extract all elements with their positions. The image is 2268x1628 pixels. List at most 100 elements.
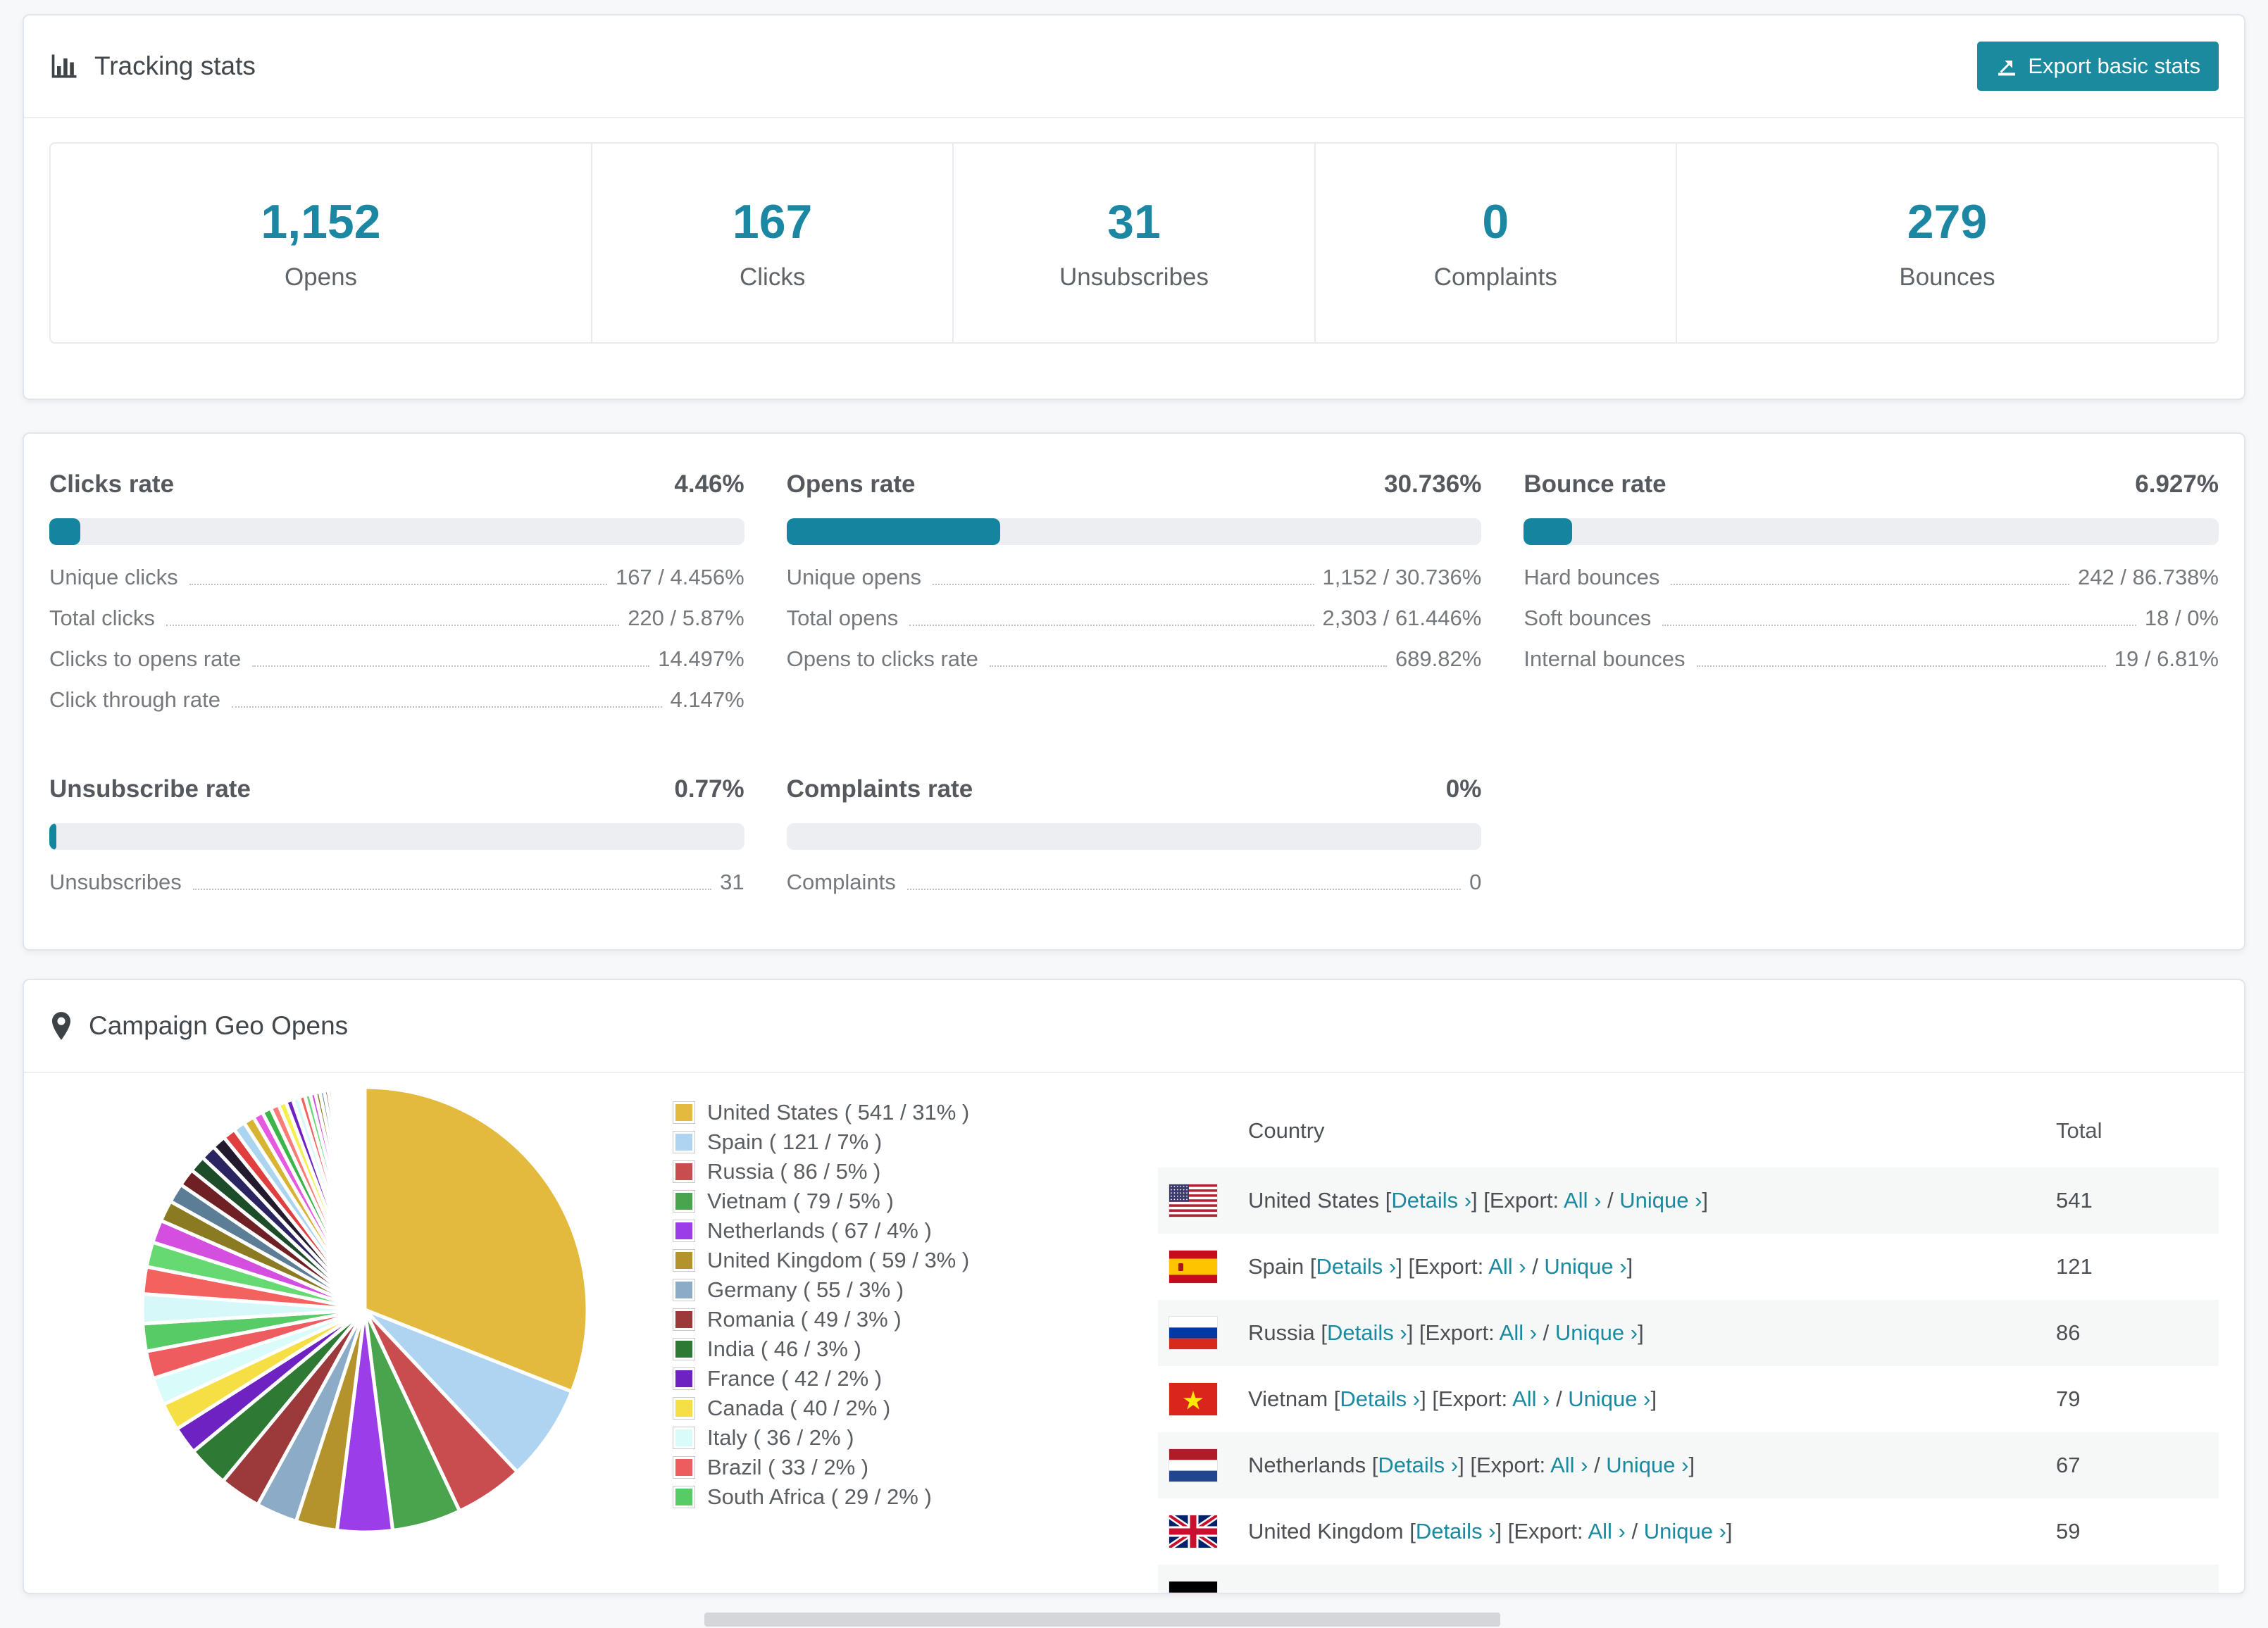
rate-title: Unsubscribe rate (49, 775, 251, 803)
rate-rows: Unique opens 1,152 / 30.736% Total opens 2,… (787, 565, 1482, 672)
rate-row-label: Unique opens (786, 565, 921, 589)
progress-fill (49, 518, 80, 545)
rate-percent: 0.77% (674, 775, 744, 803)
rate-row: Unsubscribes 31 (49, 870, 744, 895)
bracket-text: ] (1702, 1188, 1709, 1213)
total-cell: 121 (2056, 1254, 2093, 1279)
total-column-header: Total (2056, 1118, 2102, 1143)
export-prefix-text: ] [Export: (1407, 1320, 1500, 1345)
rate-row: Internal bounces 19 / 6.81% (1524, 646, 2219, 672)
rate-row-label: Total opens (786, 606, 899, 630)
rate-block-unsubscribe-rate: Unsubscribe rate 0.77% Unsubscribes 31 (49, 775, 744, 895)
dotted-leader (166, 625, 620, 626)
stat-value: 31 (1107, 195, 1161, 249)
rates-card: Clicks rate 4.46% Unique clicks 167 / 4.456… (23, 432, 2245, 951)
details-link[interactable]: Details › (1340, 1386, 1420, 1411)
rate-title: Clicks rate (49, 470, 175, 498)
table-row-es: Spain [Details ›] [Export: All › / Uniqu… (1158, 1234, 2219, 1300)
slash-text: / (1625, 1519, 1644, 1544)
legend-swatch (673, 1398, 694, 1419)
dotted-leader (252, 665, 650, 667)
details-link[interactable]: Details › (1416, 1519, 1496, 1544)
rate-row-value: 242 / 86.738% (2078, 565, 2219, 589)
export-unique-link[interactable]: Unique › (1606, 1453, 1688, 1477)
bracket-text: [ (1309, 1254, 1316, 1279)
stat-value: 167 (732, 195, 813, 249)
rate-title: Complaints rate (786, 775, 973, 803)
country-flag-ru (1169, 1317, 1217, 1349)
stat-label: Opens (284, 263, 358, 291)
country-cell: United Kingdom [Details ›] [Export: All … (1248, 1519, 2056, 1544)
legend-item: Brazil ( 33 / 2% ) (673, 1455, 1068, 1479)
table-row-nl: Netherlands [Details ›] [Export: All › /… (1158, 1432, 2219, 1498)
rate-percent: 30.736% (1384, 470, 1482, 498)
rate-title-row: Clicks rate 4.46% (49, 470, 744, 499)
legend-item: Vietnam ( 79 / 5% ) (673, 1189, 1068, 1213)
summary-stats: 1,152 Opens 167 Clicks 31 Unsubscribes 0 Compla… (49, 142, 2219, 344)
dotted-leader (1662, 625, 2136, 626)
rate-row-label: Unique clicks (49, 565, 178, 589)
rate-row-label: Complaints (786, 870, 896, 894)
legend-label: Romania ( 49 / 3% ) (707, 1307, 902, 1332)
dotted-leader (909, 625, 1314, 626)
export-all-link[interactable]: All › (1488, 1254, 1526, 1279)
stat-value: 279 (1907, 195, 1988, 249)
rate-row-label: Internal bounces (1524, 646, 1686, 671)
export-all-link[interactable]: All › (1500, 1320, 1537, 1345)
country-name: United States (1248, 1188, 1385, 1213)
export-unique-link[interactable]: Unique › (1568, 1386, 1650, 1411)
progress-fill (786, 518, 1000, 545)
export-all-link[interactable]: All › (1588, 1519, 1625, 1544)
slash-text: / (1526, 1254, 1545, 1279)
dotted-leader (906, 889, 1462, 890)
export-button-label: Export basic stats (2028, 54, 2200, 78)
rate-row-label: Click through rate (49, 687, 220, 712)
legend-label: South Africa ( 29 / 2% ) (707, 1484, 932, 1509)
summary-stat-bounces: 279 Bounces (1675, 144, 2217, 342)
details-link[interactable]: Details › (1378, 1453, 1458, 1477)
summary-stat-clicks: 167 Clicks (591, 144, 952, 342)
dotted-leader (189, 584, 607, 585)
export-all-link[interactable]: All › (1564, 1188, 1601, 1213)
rate-block-opens-rate: Opens rate 30.736% Unique opens 1,152 / 30.… (786, 470, 1482, 672)
rate-row-value: 18 / 0% (2144, 606, 2219, 630)
rate-percent: 4.46% (674, 470, 744, 498)
legend-label: Brazil ( 33 / 2% ) (707, 1455, 869, 1479)
export-unique-link[interactable]: Unique › (1644, 1519, 1726, 1544)
pie-slice-other[interactable] (362, 1085, 367, 1310)
legend-swatch (673, 1220, 694, 1241)
export-unique-link[interactable]: Unique › (1555, 1320, 1638, 1345)
table-header-row: Country Total (1158, 1094, 2219, 1167)
bracket-text: ] (1688, 1453, 1695, 1477)
country-name: United Kingdom (1248, 1519, 1410, 1544)
country-name: Netherlands (1248, 1453, 1372, 1477)
export-all-link[interactable]: All › (1550, 1453, 1588, 1477)
table-row-vn: Vietnam [Details ›] [Export: All › / Uni… (1158, 1366, 2219, 1432)
export-all-link[interactable]: All › (1512, 1386, 1550, 1411)
horizontal-scrollbar[interactable] (704, 1613, 1500, 1627)
legend-item: Italy ( 36 / 2% ) (673, 1425, 1068, 1450)
rate-rows: Complaints 0 (787, 870, 1482, 895)
rate-row-value: 19 / 6.81% (2114, 646, 2219, 671)
rate-row: Total clicks 220 / 5.87% (49, 606, 744, 631)
bracket-text: ] (1638, 1320, 1644, 1345)
legend-item: United States ( 541 / 31% ) (673, 1100, 1068, 1125)
progress-fill (1524, 518, 1572, 545)
export-basic-stats-button[interactable]: Export basic stats (1977, 42, 2219, 91)
details-link[interactable]: Details › (1316, 1254, 1397, 1279)
export-unique-link[interactable]: Unique › (1619, 1188, 1702, 1213)
geo-pie-chart (139, 1084, 590, 1535)
details-link[interactable]: Details › (1327, 1320, 1407, 1345)
export-unique-link[interactable]: Unique › (1544, 1254, 1626, 1279)
dotted-leader (192, 889, 712, 890)
rate-row: Complaints 0 (787, 870, 1482, 895)
slash-text: / (1588, 1453, 1607, 1477)
bracket-text: [ (1321, 1320, 1327, 1345)
country-cell: Russia [Details ›] [Export: All › / Uniq… (1248, 1320, 2056, 1346)
rate-rows: Hard bounces 242 / 86.738% Soft bounces 18 … (1524, 565, 2219, 672)
legend-item: Netherlands ( 67 / 4% ) (673, 1218, 1068, 1243)
legend-item: United Kingdom ( 59 / 3% ) (673, 1248, 1068, 1272)
details-link[interactable]: Details › (1391, 1188, 1471, 1213)
rate-row: Unique opens 1,152 / 30.736% (787, 565, 1482, 590)
rate-title: Bounce rate (1524, 470, 1666, 498)
